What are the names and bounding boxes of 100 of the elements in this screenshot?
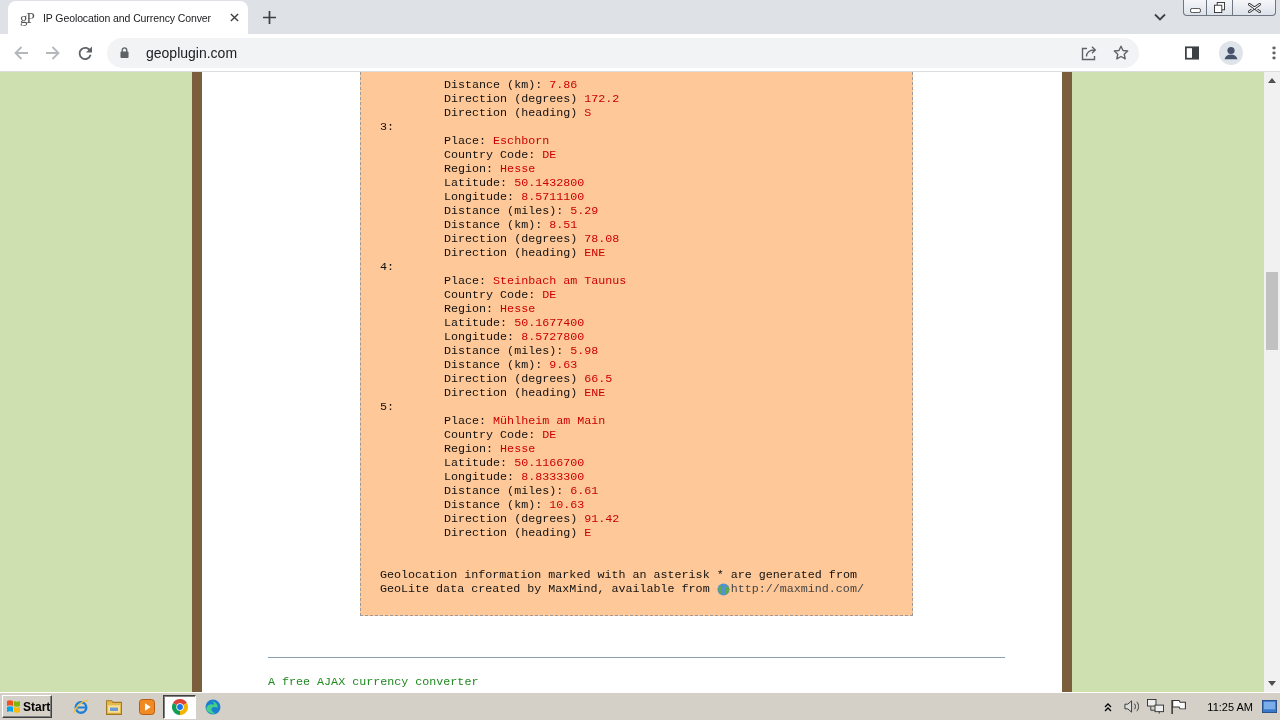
field-value: Eschborn [493,134,550,148]
close-icon[interactable] [230,13,239,22]
field-value: 9.63 [549,358,578,372]
folder-icon [105,698,122,715]
field-value: 91.42 [584,512,620,526]
field-value: 78.08 [584,232,620,246]
clock[interactable]: 11:25 AM [1207,700,1253,713]
field-label: Place: [444,134,487,148]
profile-avatar-icon[interactable] [1219,40,1243,65]
field-label: Distance (km): [444,78,543,92]
entry-number: 5: [380,400,395,414]
field-label: Direction (heading) [444,106,578,120]
field-label: Country Code: [444,428,536,442]
field-value: ENE [584,246,606,260]
scroll-down-icon[interactable] [1268,681,1276,686]
field-label: Region: [444,162,494,176]
field-label: Country Code: [444,288,536,302]
field-label: Distance (miles): [444,484,564,498]
field-label: Latitude: [444,456,508,470]
scroll-up-icon[interactable] [1268,78,1276,83]
field-value: 8.5727800 [521,330,585,344]
field-value: Hesse [500,162,536,176]
plus-icon[interactable] [263,11,276,24]
field-label: Place: [444,414,487,428]
flag-icon[interactable] [1170,699,1188,714]
field-label: Direction (heading) [444,526,578,540]
field-value: S [584,106,592,120]
ring-e-icon [72,698,89,715]
reload-icon[interactable] [77,44,93,61]
minimize-icon [1189,8,1201,13]
entry-number: 3: [380,120,395,134]
scrollbar-thumb[interactable] [1266,272,1278,350]
field-label: Latitude: [444,176,508,190]
chevron-down-icon[interactable] [1154,13,1166,21]
field-value: Hesse [500,442,536,456]
field-value: 66.5 [584,372,613,386]
address-bar[interactable]: geoplugin.com [107,37,1139,68]
field-label: Direction (degrees) [444,372,578,386]
field-value: 7.86 [549,78,578,92]
scrollbar-track[interactable] [1264,72,1280,692]
field-value: DE [542,148,557,162]
field-value: Mühlheim am Main [493,414,606,428]
speaker-icon[interactable] [1124,699,1142,714]
field-label: Country Code: [444,148,536,162]
field-label: Longitude: [444,470,515,484]
side-panel-icon[interactable] [1185,45,1199,60]
restore-button[interactable] [1207,0,1233,16]
play-icon [138,698,155,715]
field-value: Steinbach am Taunus [493,274,627,288]
field-value: 172.2 [584,92,620,106]
field-label: Direction (heading) [444,386,578,400]
field-label: Longitude: [444,190,515,204]
globe-icon [716,582,730,596]
field-value: 8.8333300 [521,470,585,484]
field-value: 6.61 [570,484,599,498]
field-label: Direction (degrees) [444,92,578,106]
field-value: 8.51 [549,218,578,232]
desktop-icon[interactable] [1262,700,1277,713]
taskbar-button[interactable] [163,694,196,719]
field-label: Distance (miles): [444,344,564,358]
field-value: Hesse [500,302,536,316]
attribution-note: Geolocation information marked with an asterisk * are generated from GeoLite data created by MaxMind, available from http://maxmind.com/ [380,568,865,596]
field-label: Longitude: [444,330,515,344]
maxmind-link[interactable]: http://maxmind.com/ [730,582,864,596]
field-value: 5.29 [570,204,599,218]
field-label: Distance (km): [444,358,543,372]
field-label: Direction (degrees) [444,512,578,526]
field-label: Region: [444,442,494,456]
field-value: 50.1432800 [514,176,585,190]
menu-icon[interactable] [1272,45,1276,60]
field-label: Region: [444,302,494,316]
close-icon [1247,2,1261,13]
field-label: Direction (heading) [444,246,578,260]
network-icon[interactable] [1147,699,1165,714]
minimize-button[interactable] [1183,0,1207,16]
field-value: 50.1677400 [514,316,585,330]
close-button[interactable] [1233,0,1276,16]
field-label: Direction (degrees) [444,232,578,246]
field-label: Place: [444,274,487,288]
field-value: 10.63 [549,498,585,512]
field-value: ENE [584,386,606,400]
chevron-up-icon[interactable] [1104,701,1113,712]
swirl-icon [204,698,221,715]
star-icon[interactable] [1113,44,1129,61]
field-value: 5.98 [570,344,599,358]
field-value: DE [542,428,557,442]
browser-tab[interactable]: gP IP Geolocation and Currency Conver [8,1,248,34]
field-label: Distance (miles): [444,204,564,218]
field-value: DE [542,288,557,302]
lock-icon [120,47,129,58]
field-value: 50.1166700 [514,456,585,470]
restore-icon [1214,2,1225,13]
field-label: Latitude: [444,316,508,330]
field-value: E [584,526,592,540]
four-pane-flag-icon [6,700,21,713]
field-value: 8.5711100 [521,190,585,204]
share-icon[interactable] [1081,44,1097,61]
field-label: Distance (km): [444,498,543,512]
start-button[interactable]: Start [2,695,52,718]
section-heading: A free AJAX currency converter [268,675,479,689]
